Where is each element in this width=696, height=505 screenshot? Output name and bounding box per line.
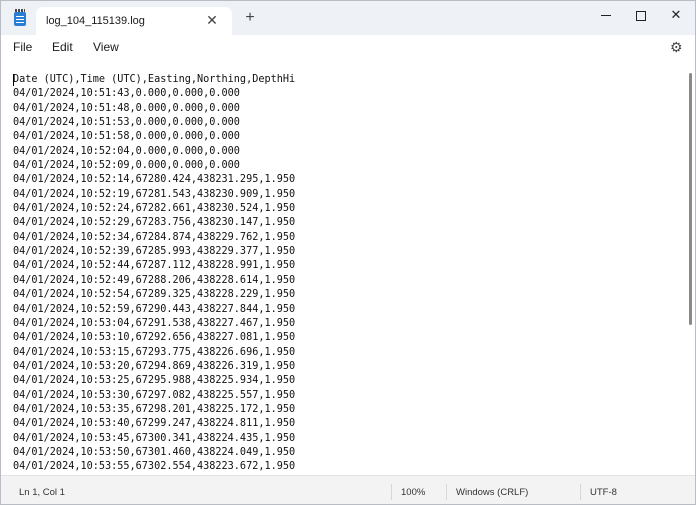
text-line: 04/01/2024,10:53:20,67294.869,438226.319…: [13, 360, 296, 372]
new-tab-button[interactable]: +: [241, 9, 259, 27]
menu-view[interactable]: View: [93, 40, 119, 54]
status-divider: [446, 484, 447, 500]
title-bar[interactable]: log_104_115139.log ✕ + ✕: [1, 1, 695, 35]
text-line: 04/01/2024,10:53:10,67292.656,438227.081…: [13, 332, 296, 344]
text-line: 04/01/2024,10:52:04,0.000,0.000,0.000: [13, 145, 240, 157]
maximize-icon: [636, 10, 646, 21]
text-line: 04/01/2024,10:53:45,67300.341,438224.435…: [13, 432, 296, 444]
text-editor[interactable]: Date (UTC),Time (UTC),Easting,Northing,D…: [1, 61, 695, 475]
text-line: 04/01/2024,10:51:48,0.000,0.000,0.000: [13, 102, 240, 114]
text-line: 04/01/2024,10:53:40,67299.247,438224.811…: [13, 418, 296, 430]
text-line: 04/01/2024,10:52:44,67287.112,438228.991…: [13, 260, 296, 272]
menu-file[interactable]: File: [13, 40, 32, 54]
text-line: 04/01/2024,10:53:30,67297.082,438225.557…: [13, 389, 296, 401]
minimize-icon: [601, 15, 611, 17]
text-line: 04/01/2024,10:52:49,67288.206,438228.614…: [13, 274, 296, 286]
menu-edit[interactable]: Edit: [52, 40, 73, 54]
text-line: 04/01/2024,10:53:15,67293.775,438226.696…: [13, 346, 296, 358]
text-line: 04/01/2024,10:53:55,67302.554,438223.672…: [13, 461, 296, 473]
line-ending: Windows (CRLF): [456, 487, 529, 498]
text-line: 04/01/2024,10:52:29,67283.756,438230.147…: [13, 217, 296, 229]
text-line: 04/01/2024,10:52:54,67289.325,438228.229…: [13, 289, 296, 301]
cursor-position: Ln 1, Col 1: [19, 487, 65, 498]
menu-bar: File Edit View ⚙: [1, 35, 695, 61]
text-cursor: [13, 74, 14, 86]
tab-log-file[interactable]: log_104_115139.log ✕: [36, 7, 232, 35]
text-line: 04/01/2024,10:52:59,67290.443,438227.844…: [13, 303, 296, 315]
text-line: 04/01/2024,10:51:53,0.000,0.000,0.000: [13, 117, 240, 129]
status-divider: [580, 484, 581, 500]
close-window-button[interactable]: ✕: [653, 1, 695, 31]
notepad-app-icon: [14, 9, 26, 26]
text-line: 04/01/2024,10:51:43,0.000,0.000,0.000: [13, 88, 240, 100]
tab-title: log_104_115139.log: [46, 15, 145, 27]
text-line: 04/01/2024,10:52:34,67284.874,438229.762…: [13, 231, 296, 243]
text-line: 04/01/2024,10:52:09,0.000,0.000,0.000: [13, 160, 240, 172]
tab-close-icon[interactable]: ✕: [203, 11, 221, 29]
text-line: 04/01/2024,10:52:19,67281.543,438230.909…: [13, 188, 296, 200]
text-line: 04/01/2024,10:53:50,67301.460,438224.049…: [13, 446, 296, 458]
text-line: 04/01/2024,10:52:39,67285.993,438229.377…: [13, 246, 296, 258]
text-line: 04/01/2024,10:51:58,0.000,0.000,0.000: [13, 131, 240, 143]
status-divider: [391, 484, 392, 500]
text-line: 04/01/2024,10:52:14,67280.424,438231.295…: [13, 174, 296, 186]
zoom-level: 100%: [401, 487, 426, 498]
status-bar: Ln 1, Col 1 100% Windows (CRLF) UTF-8: [1, 475, 695, 504]
notepad-window: log_104_115139.log ✕ + ✕ File Edit View …: [0, 0, 696, 505]
text-line: Date (UTC),Time (UTC),Easting,Northing,D…: [13, 74, 296, 85]
vertical-scrollbar[interactable]: [689, 73, 692, 325]
text-line: 04/01/2024,10:52:24,67282.661,438230.524…: [13, 203, 296, 215]
text-line: 04/01/2024,10:53:25,67295.988,438225.934…: [13, 375, 296, 387]
encoding: UTF-8: [590, 487, 617, 498]
text-line: 04/01/2024,10:53:04,67291.538,438227.467…: [13, 317, 296, 329]
text-content[interactable]: Date (UTC),Time (UTC),Easting,Northing,D…: [13, 73, 673, 475]
text-line: 04/01/2024,10:53:35,67298.201,438225.172…: [13, 403, 296, 415]
settings-gear-icon[interactable]: ⚙: [670, 40, 684, 54]
